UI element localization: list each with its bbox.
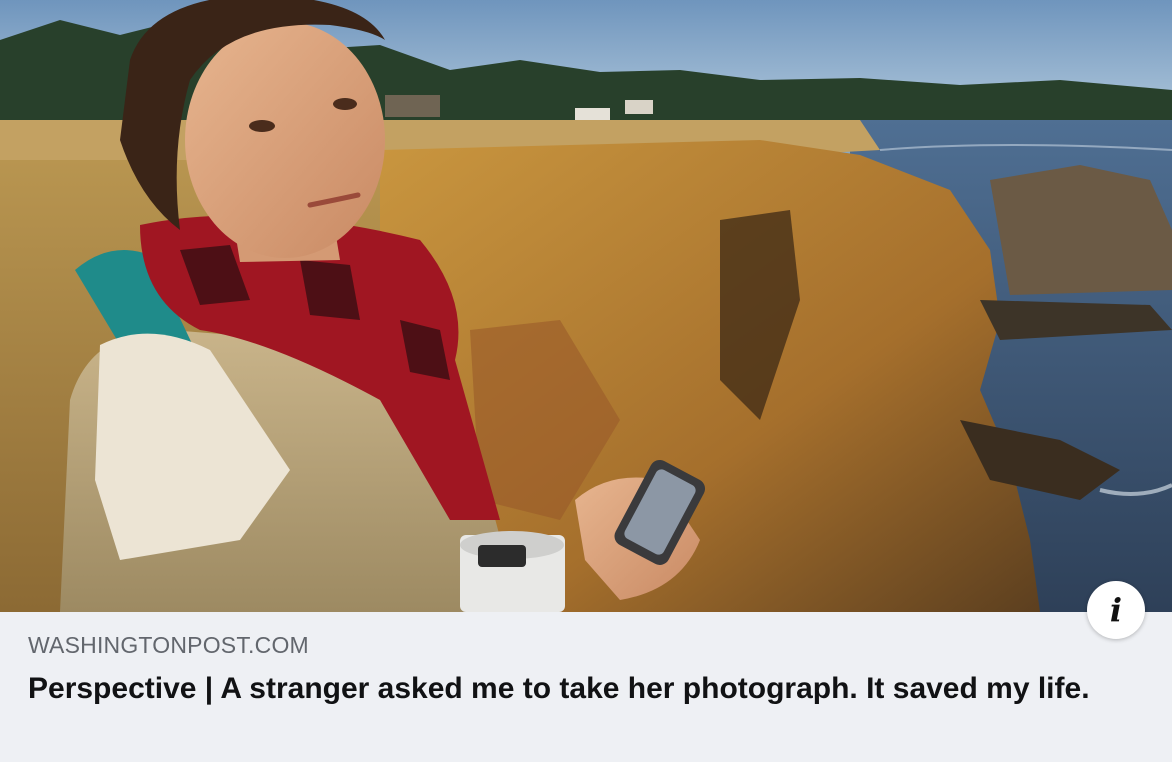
article-headline: Perspective | A stranger asked me to tak… [28,672,1090,705]
link-preview-card[interactable]: i WASHINGTONPOST.COM Perspective | A str… [0,0,1172,762]
source-domain: WASHINGTONPOST.COM [28,632,309,658]
article-photo[interactable] [0,0,1172,612]
link-caption[interactable]: WASHINGTONPOST.COM Perspective | A stran… [28,612,1138,707]
